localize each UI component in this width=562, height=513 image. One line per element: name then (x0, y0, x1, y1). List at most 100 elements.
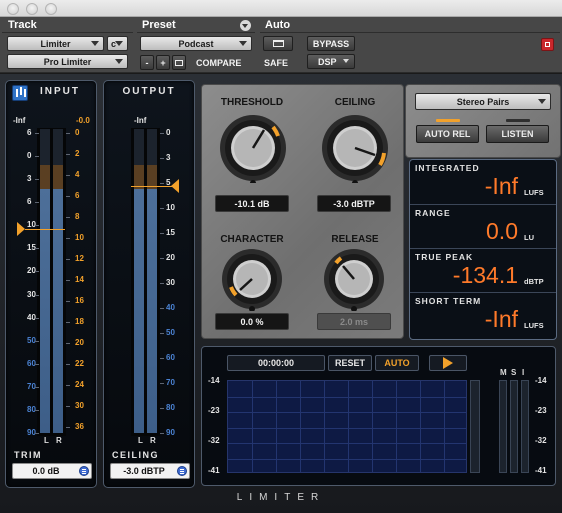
scale-tick (35, 386, 39, 388)
scale-tick (66, 175, 70, 176)
automation-window-button[interactable] (263, 36, 293, 51)
character-knob[interactable] (220, 247, 284, 311)
threshold-knob[interactable] (218, 113, 288, 183)
scale-label: 18 (75, 317, 84, 326)
output-meter-panel: OUTPUT -Inf 0 3 5 10 15 20 30 40 50 60 70 80 90 L R … (103, 80, 195, 488)
scale-label: 90 (166, 428, 175, 437)
output-ceiling-line (131, 186, 172, 187)
loudness-history-panel: 00:00:00 RESET AUTO -14 -23 -32 -41 -14 -23 -… (201, 346, 556, 486)
bypass-button[interactable]: BYPASS (307, 36, 355, 51)
channel-select[interactable]: c (107, 36, 128, 51)
msi-label: S (511, 368, 517, 377)
reset-button[interactable]: RESET (328, 355, 372, 371)
ceiling-knob[interactable] (318, 113, 392, 183)
play-button[interactable] (429, 355, 467, 371)
channel-mode-select[interactable]: Stereo Pairs (415, 93, 551, 110)
short-term-value: -Inf (484, 306, 518, 332)
scale-label: 40 (166, 303, 175, 312)
scale-tick (66, 406, 70, 407)
track-divider (2, 32, 133, 33)
threshold-value[interactable]: -10.1 dB (215, 195, 289, 212)
window-close-button[interactable] (7, 3, 19, 15)
preset-prev-button[interactable]: - (140, 55, 154, 70)
scale-tick (35, 409, 39, 411)
preset-menu-button[interactable] (240, 20, 251, 31)
plugin-header: Track Preset Auto Limiter c Pro Limiter … (0, 17, 562, 73)
scale-tick (35, 340, 39, 342)
scale-tick (160, 133, 164, 134)
scale-label: 50 (166, 328, 175, 337)
copy-settings-button[interactable] (172, 55, 186, 70)
dsp-select-value: DSP (318, 56, 337, 67)
scale-tick (160, 433, 164, 434)
true-peak-unit: dBTP (524, 277, 544, 286)
grid-line (228, 427, 466, 429)
scale-label: -23 (535, 406, 547, 415)
window-icon (272, 40, 284, 47)
scale-label: 3 (27, 174, 32, 184)
window-minimize-button[interactable] (26, 3, 38, 15)
release-value[interactable]: 2.0 ms (317, 313, 391, 330)
window-titlebar (0, 0, 562, 17)
input-channel-left: L (44, 436, 49, 445)
track-select[interactable]: Limiter (7, 36, 104, 51)
copy-icon (175, 59, 183, 66)
scale-label: 2 (75, 149, 80, 158)
spin-icon[interactable] (79, 466, 89, 476)
output-title: OUTPUT (122, 86, 176, 97)
scale-label: 10 (75, 233, 84, 242)
dsp-select[interactable]: DSP (307, 54, 355, 69)
scale-label: 4 (75, 170, 80, 179)
scale-tick (66, 301, 70, 302)
scale-label: 0 (27, 151, 32, 161)
safe-button[interactable]: SAFE (264, 58, 288, 68)
input-meter-right (53, 129, 63, 433)
scale-tick (160, 208, 164, 209)
scale-tick (35, 248, 39, 250)
release-knob[interactable] (322, 247, 386, 311)
spin-icon[interactable] (177, 466, 187, 476)
range-unit: LU (524, 233, 534, 242)
output-ceiling-marker[interactable] (171, 179, 179, 193)
scale-label: 80 (166, 403, 175, 412)
short-term-row: SHORT TERM -Inf LUFS (410, 293, 556, 340)
history-level-bar (470, 380, 480, 473)
ceiling-knob-value[interactable]: -3.0 dBTP (317, 195, 391, 212)
ceiling-label: CEILING (112, 450, 160, 460)
scale-tick (66, 217, 70, 218)
scale-tick (35, 133, 39, 134)
input-peak-right: -0.0 (76, 116, 90, 125)
chevron-down-icon (239, 41, 247, 46)
plugin-select[interactable]: Pro Limiter (7, 54, 128, 69)
scale-tick (66, 238, 70, 239)
scale-tick (160, 283, 164, 284)
window-zoom-button[interactable] (45, 3, 57, 15)
scale-tick (35, 225, 39, 227)
scale-tick (35, 433, 39, 434)
scale-tick (66, 385, 70, 386)
scale-tick (66, 280, 70, 281)
output-meter-left-fill (134, 165, 144, 433)
input-trim-marker[interactable] (17, 222, 25, 236)
trim-value[interactable]: 0.0 dB (12, 463, 92, 479)
compare-button[interactable]: COMPARE (196, 58, 241, 68)
character-value[interactable]: 0.0 % (215, 313, 289, 330)
scale-label: 0 (75, 128, 80, 137)
chevron-down-icon (115, 41, 123, 46)
auto-release-button[interactable]: AUTO REL (416, 119, 479, 143)
scale-label: 15 (166, 228, 175, 237)
scale-label: 30 (75, 401, 84, 410)
preset-select[interactable]: Podcast (140, 36, 252, 51)
plugin-select-value: Pro Limiter (43, 56, 92, 67)
scale-label: -41 (535, 466, 547, 475)
input-meter-left-fill (40, 165, 50, 433)
auto-button[interactable]: AUTO (375, 355, 419, 371)
input-meter-left (40, 129, 50, 433)
track-select-value: Limiter (40, 38, 71, 49)
preset-next-button[interactable]: + (156, 55, 170, 70)
output-ceiling-value[interactable]: -3.0 dBTP (110, 463, 190, 479)
target-button[interactable] (541, 38, 554, 51)
input-title: INPUT (40, 86, 80, 97)
scale-label: 36 (75, 422, 84, 431)
listen-button[interactable]: LISTEN (486, 119, 549, 143)
